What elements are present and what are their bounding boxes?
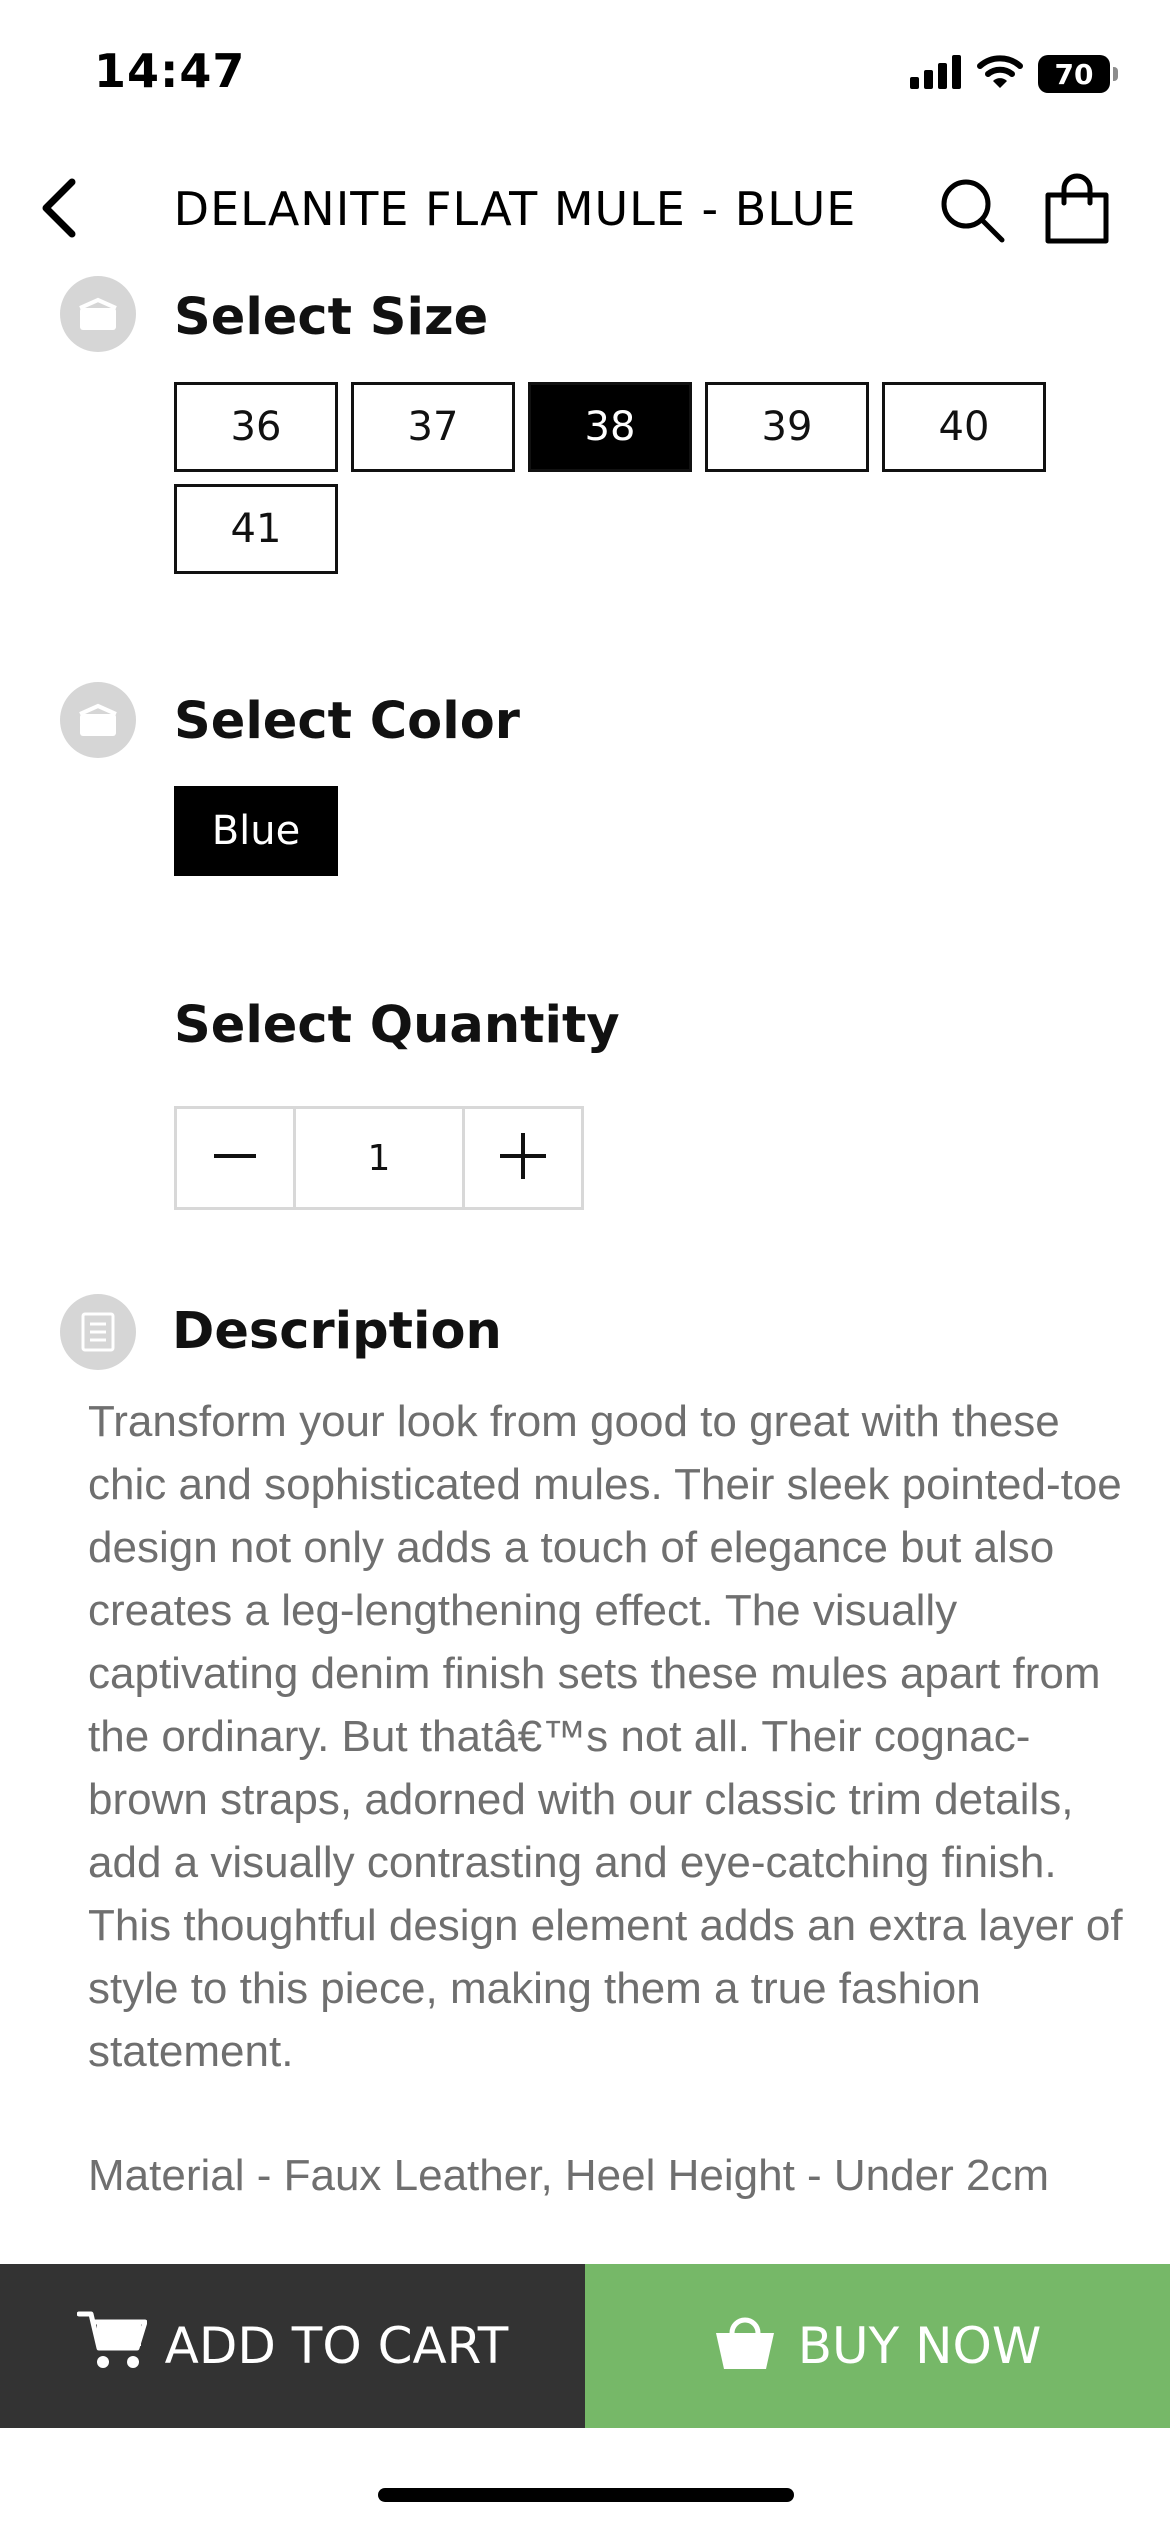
color-section-title: Select Color [174,692,520,751]
shopping-bag-icon [1042,173,1112,249]
size-section-icon [60,276,136,352]
quantity-value[interactable]: 1 [293,1109,465,1207]
size-option-38[interactable]: 38 [528,382,692,472]
buy-now-button[interactable]: BUY NOW [585,2264,1170,2428]
shopping-basket-icon [714,2309,776,2383]
buy-now-label: BUY NOW [797,2317,1042,2375]
material-details: Material - Faux Leather, Heel Height - U… [88,2151,1050,2200]
minus-icon [212,1133,258,1183]
quantity-increase-button[interactable] [465,1109,581,1207]
cart-icon [76,2308,148,2384]
color-option-blue[interactable]: Blue [174,786,338,876]
quantity-stepper: 1 [174,1106,584,1210]
add-to-cart-label: ADD TO CART [164,2317,509,2375]
size-option-40[interactable]: 40 [882,382,1046,472]
description-body: Transform your look from good to great w… [88,1397,1123,2076]
signal-icon [910,55,962,93]
page-title: DELANITE FLAT MULE - BLUE [173,182,857,236]
size-option-39[interactable]: 39 [705,382,869,472]
description-section-title: Description [172,1302,502,1361]
color-section-icon [60,682,136,758]
size-option-36[interactable]: 36 [174,382,338,472]
size-option-41[interactable]: 41 [174,484,338,574]
add-to-cart-button[interactable]: ADD TO CART [0,2264,585,2428]
search-icon [938,176,1006,248]
app-header: DELANITE FLAT MULE - BLUE [0,160,1170,260]
size-section-title: Select Size [174,288,489,347]
status-icons: 70 [910,52,1118,96]
quantity-decrease-button[interactable] [177,1109,293,1207]
quantity-section-title: Select Quantity [174,996,620,1055]
battery-level: 70 [1054,57,1094,91]
status-time: 14:47 [94,44,246,98]
status-bar: 14:47 70 [0,0,1170,150]
home-indicator[interactable] [378,2488,794,2502]
battery-icon: 70 [1038,55,1118,93]
description-section-icon [60,1294,136,1370]
back-button[interactable] [18,170,98,250]
search-button[interactable] [930,170,1014,254]
action-bar: ADD TO CART BUY NOW [0,2264,1170,2428]
cart-button[interactable] [1032,166,1122,256]
wifi-icon [976,54,1024,94]
size-option-37[interactable]: 37 [351,382,515,472]
back-arrow-icon [36,176,80,244]
plus-icon [498,1131,548,1185]
